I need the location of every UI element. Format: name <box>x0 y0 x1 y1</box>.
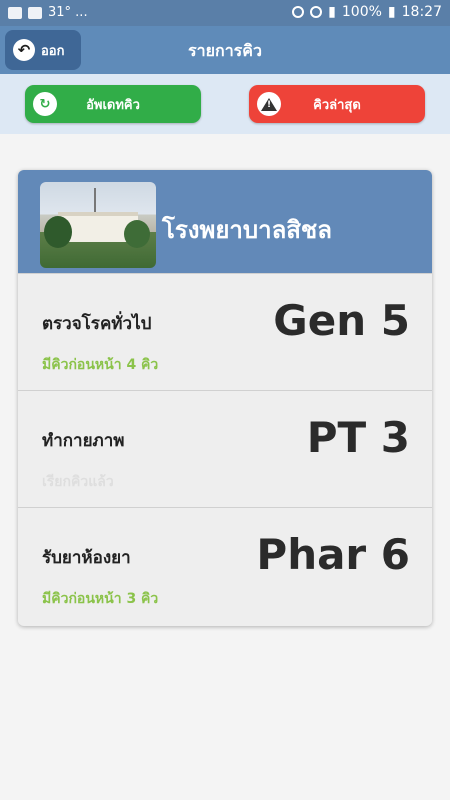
clock-text: 18:27 <box>401 4 442 20</box>
queue-service: ทำกายภาพ <box>42 431 125 451</box>
hospital-header: โรงพยาบาลสิชล <box>18 170 432 273</box>
queue-row: รับยาห้องยา Phar 6 มีคิวก่อนหน้า 3 คิว <box>18 507 432 624</box>
flagpole-shape <box>94 188 96 214</box>
tree-right-shape <box>124 220 150 248</box>
alarm-icon <box>292 6 305 18</box>
queue-number: Gen 5 <box>273 296 410 345</box>
status-left-text: 31° ... <box>48 5 88 20</box>
queue-note: มีคิวก่อนหน้า 3 คิว <box>42 591 159 607</box>
queue-row: ทำกายภาพ PT 3 เรียกคิวแล้ว <box>18 390 432 507</box>
warning-icon: ! <box>257 92 281 116</box>
queue-card: โรงพยาบาลสิชล ตรวจโรคทั่วไป Gen 5 มีคิวก… <box>18 170 432 626</box>
battery-icon: ▮ <box>387 4 396 20</box>
queue-service: ตรวจโรคทั่วไป <box>42 314 152 334</box>
queue-service: รับยาห้องยา <box>42 548 131 568</box>
queue-number: Phar 6 <box>256 530 410 579</box>
hospital-photo <box>40 182 156 268</box>
update-queue-button[interactable]: ↻ อัพเดทคิว <box>25 85 201 123</box>
queue-note: มีคิวก่อนหน้า 4 คิว <box>42 357 159 373</box>
notification-icon <box>8 6 22 19</box>
queue-row: ตรวจโรคทั่วไป Gen 5 มีคิวก่อนหน้า 4 คิว <box>18 273 432 390</box>
latest-queue-button[interactable]: ! คิวล่าสุด <box>249 85 425 123</box>
queue-number: PT 3 <box>306 413 410 462</box>
status-bar: 31° ... ▮ 100% ▮ 18:27 <box>0 0 450 26</box>
gallery-icon <box>28 6 42 19</box>
refresh-icon: ↻ <box>33 92 57 116</box>
status-left: 31° ... <box>8 5 88 20</box>
app-bar: ↶ ออก รายการคิว <box>0 26 450 74</box>
hospital-name: โรงพยาบาลสิชล <box>162 216 332 244</box>
wifi-icon <box>310 6 323 18</box>
latest-queue-label: คิวล่าสุด <box>313 97 361 113</box>
action-bar: ↻ อัพเดทคิว ! คิวล่าสุด <box>0 74 450 134</box>
tree-left-shape <box>44 216 72 248</box>
battery-text: 100% <box>341 4 382 20</box>
page-title: รายการคิว <box>188 41 262 60</box>
status-right: ▮ 100% ▮ 18:27 <box>292 4 442 20</box>
queue-note: เรียกคิวแล้ว <box>42 474 114 490</box>
signal-icon: ▮ <box>328 4 336 20</box>
update-queue-label: อัพเดทคิว <box>86 97 140 113</box>
